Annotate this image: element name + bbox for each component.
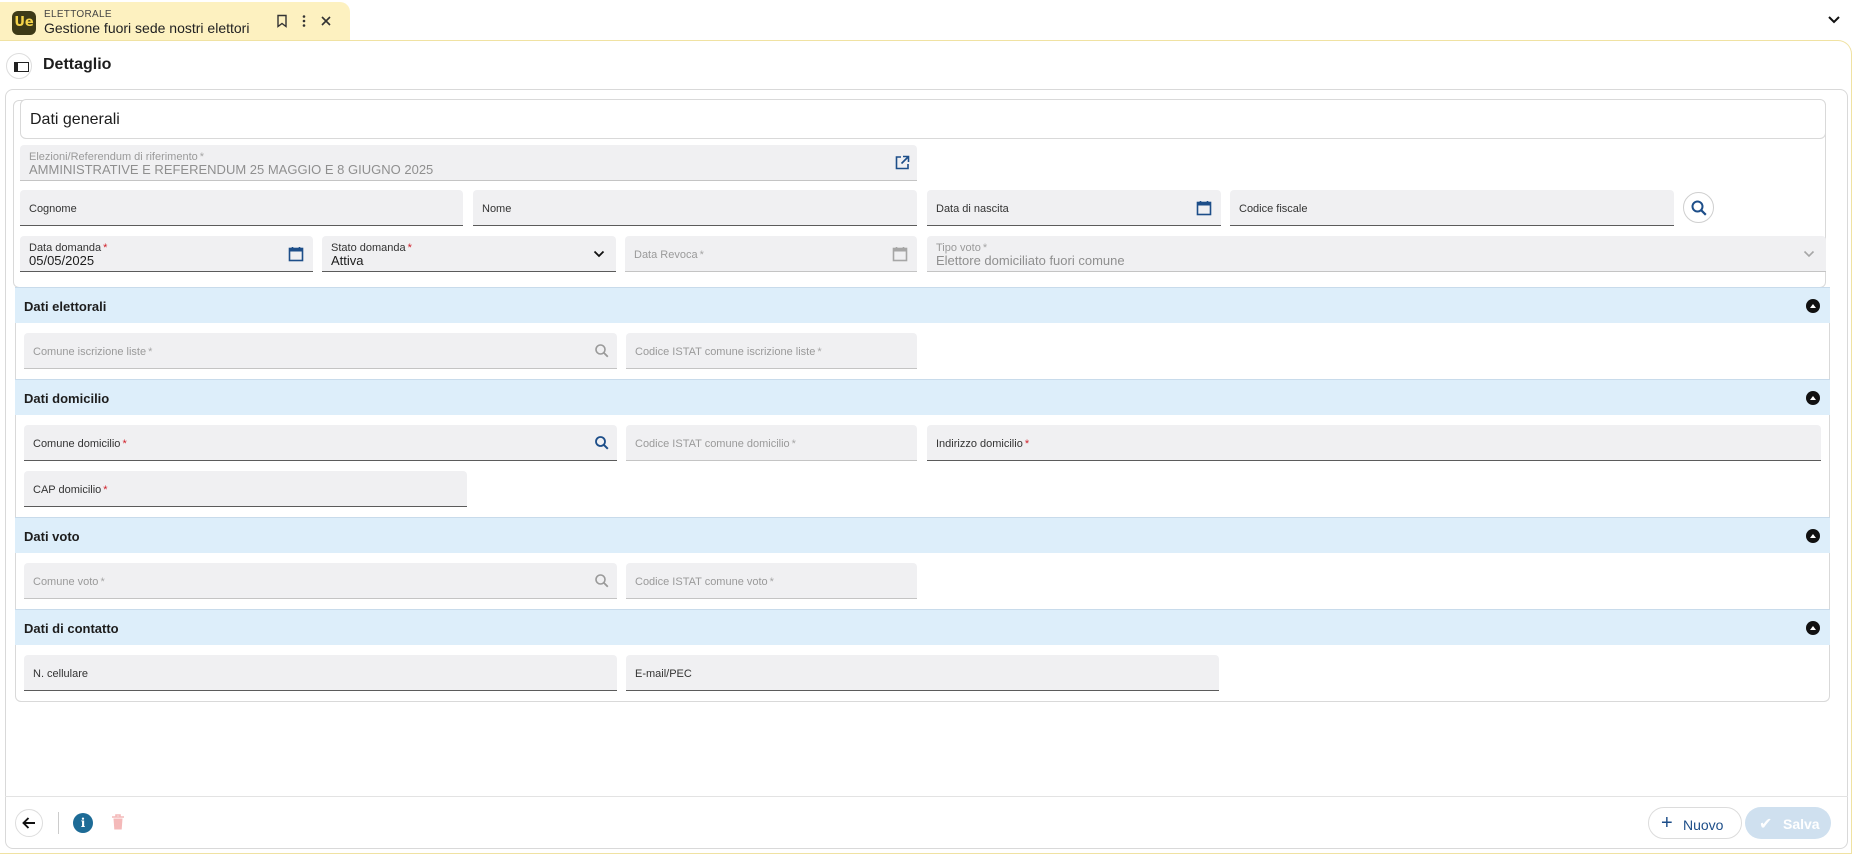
data-revoca-field: Data Revoca * — [625, 236, 917, 272]
calendar-icon — [891, 245, 909, 263]
calendar-icon[interactable] — [1195, 199, 1213, 217]
new-button-label: Nuovo — [1683, 817, 1724, 833]
codice-fiscale-label: Codice fiscale — [1239, 203, 1308, 215]
nome-label: Nome — [482, 203, 512, 215]
comune-iscrizione-label: Comune iscrizione liste * — [33, 346, 153, 358]
search-icon — [593, 342, 611, 360]
comune-domicilio-field[interactable]: Comune domicilio * — [24, 425, 617, 461]
plus-icon: + — [1661, 812, 1673, 834]
search-icon — [593, 572, 611, 590]
footer-divider — [5, 796, 1848, 797]
tab-title: Gestione fuori sede nostri elettori — [44, 20, 250, 36]
back-button[interactable] — [15, 809, 43, 837]
elezione-value: AMMINISTRATIVE E REFERENDUM 25 MAGGIO E … — [29, 162, 434, 177]
bookmark-icon[interactable] — [274, 14, 290, 30]
chevron-down-icon[interactable] — [1824, 10, 1844, 30]
page-title: Dettaglio — [43, 56, 112, 73]
search-icon[interactable] — [593, 434, 611, 452]
istat-voto-field: Codice ISTAT comune voto * — [626, 563, 917, 599]
istat-domicilio-label: Codice ISTAT comune domicilio * — [635, 438, 796, 450]
save-button[interactable]: ✔ Salva — [1745, 807, 1831, 839]
section-title: Dati elettorali — [24, 299, 107, 314]
cognome-label: Cognome — [29, 203, 77, 215]
email-label: E-mail/PEC — [635, 668, 692, 680]
search-icon — [1690, 199, 1708, 217]
section-title: Dati di contatto — [24, 621, 119, 636]
tab-bar: Ue ELETTORALE Gestione fuori sede nostri… — [0, 0, 1858, 40]
section-dati-voto[interactable]: Dati voto — [15, 517, 1830, 553]
cellulare-label: N. cellulare — [33, 668, 89, 680]
section-title: Dati domicilio — [24, 391, 110, 406]
tipo-voto-select: Tipo voto * Elettore domiciliato fuori co… — [927, 236, 1826, 272]
data-nascita-field[interactable]: Data di nascita — [927, 190, 1221, 226]
chevron-down-icon — [1800, 245, 1818, 263]
indirizzo-domicilio-label: Indirizzo domicilio * — [936, 438, 1030, 450]
dati-generali-header: Dati generali — [20, 99, 1826, 139]
indirizzo-domicilio-field[interactable]: Indirizzo domicilio * — [927, 425, 1821, 461]
close-icon[interactable] — [318, 14, 334, 30]
comune-voto-label: Comune voto * — [33, 576, 105, 588]
new-button[interactable]: + Nuovo — [1648, 807, 1742, 839]
tipo-voto-value: Elettore domiciliato fuori comune — [936, 253, 1125, 268]
collapse-icon[interactable] — [1806, 391, 1820, 405]
istat-iscrizione-field: Codice ISTAT comune iscrizione liste * — [626, 333, 917, 369]
collapse-icon[interactable] — [1806, 529, 1820, 543]
section-dati-elettorali[interactable]: Dati elettorali — [15, 287, 1830, 323]
footer-separator — [58, 812, 59, 834]
info-icon[interactable]: i — [73, 813, 93, 833]
section-title: Dati voto — [24, 529, 80, 544]
app-tab[interactable]: Ue ELETTORALE Gestione fuori sede nostri… — [0, 2, 350, 40]
cap-domicilio-label: CAP domicilio * — [33, 484, 108, 496]
cognome-field[interactable]: Cognome — [20, 190, 463, 226]
dati-generali-title: Dati generali — [30, 111, 120, 128]
data-domanda-field[interactable]: Data domanda * 05/05/2025 — [20, 236, 313, 272]
comune-domicilio-label: Comune domicilio * — [33, 438, 127, 450]
open-external-icon[interactable] — [893, 154, 911, 172]
collapse-icon[interactable] — [1806, 621, 1820, 635]
app-logo: Ue — [12, 11, 36, 35]
tab-section-label: ELETTORALE — [44, 9, 112, 20]
search-cf-button[interactable] — [1683, 192, 1714, 223]
cap-domicilio-field[interactable]: CAP domicilio * — [24, 471, 467, 507]
cellulare-field[interactable]: N. cellulare — [24, 655, 617, 691]
section-dati-contatto[interactable]: Dati di contatto — [15, 609, 1830, 645]
section-dati-domicilio[interactable]: Dati domicilio — [15, 379, 1830, 415]
istat-iscrizione-label: Codice ISTAT comune iscrizione liste * — [635, 346, 822, 358]
data-revoca-label: Data Revoca * — [634, 249, 704, 261]
calendar-icon[interactable] — [287, 245, 305, 263]
comune-iscrizione-field: Comune iscrizione liste * — [24, 333, 617, 369]
stato-domanda-select[interactable]: Stato domanda * Attiva — [322, 236, 616, 272]
istat-domicilio-field: Codice ISTAT comune domicilio * — [626, 425, 917, 461]
data-nascita-label: Data di nascita — [936, 203, 1009, 215]
codice-fiscale-field[interactable]: Codice fiscale — [1230, 190, 1674, 226]
email-field[interactable]: E-mail/PEC — [626, 655, 1219, 691]
data-domanda-value: 05/05/2025 — [29, 253, 95, 268]
nome-field[interactable]: Nome — [473, 190, 917, 226]
istat-voto-label: Codice ISTAT comune voto * — [635, 576, 774, 588]
arrow-left-icon — [20, 814, 38, 832]
comune-voto-field: Comune voto * — [24, 563, 617, 599]
save-button-label: Salva — [1783, 816, 1820, 832]
chevron-down-icon — [590, 245, 608, 263]
check-icon: ✔ — [1759, 816, 1773, 833]
collapse-icon[interactable] — [1806, 299, 1820, 313]
stato-domanda-value: Attiva — [331, 253, 364, 268]
trash-icon — [110, 812, 126, 832]
more-options-icon[interactable] — [296, 14, 312, 30]
sidebar-toggle-icon[interactable] — [6, 53, 32, 79]
elezione-field: Elezioni/Referendum di riferimento * AMMI… — [20, 145, 917, 181]
